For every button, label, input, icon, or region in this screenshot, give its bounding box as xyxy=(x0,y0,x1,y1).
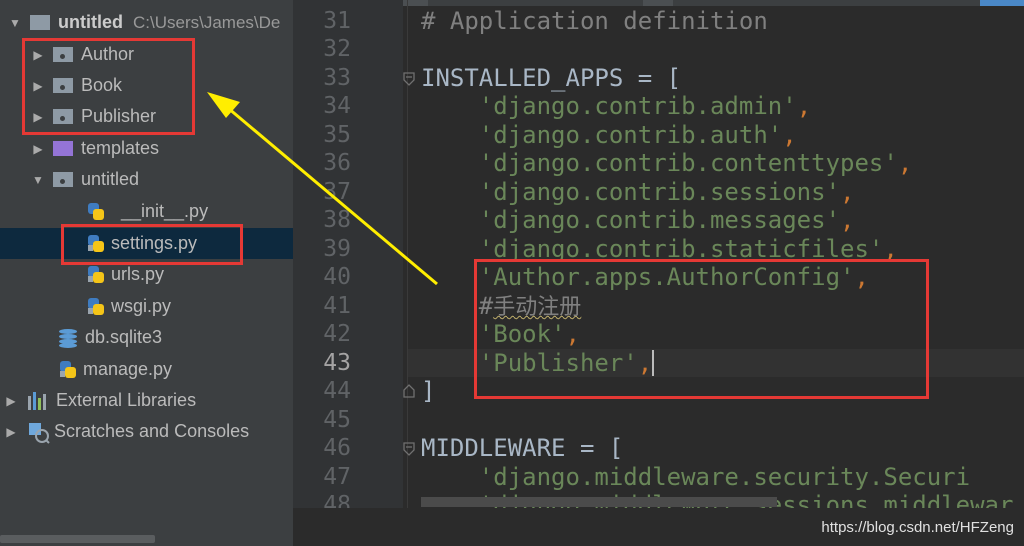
code-line-36: 'django.contrib.contenttypes', xyxy=(421,149,912,177)
line-number-current: 43 xyxy=(323,350,351,376)
tree-item-label: External Libraries xyxy=(56,390,197,410)
string-literal: 'django.contrib.contenttypes' xyxy=(478,149,898,177)
tree-item-wsgi-py[interactable]: wsgi.py xyxy=(0,291,293,322)
tree-item-label: db.sqlite3 xyxy=(85,327,163,347)
tree-item-label: manage.py xyxy=(83,359,173,379)
line-number: 42 xyxy=(323,321,351,347)
line-number: 45 xyxy=(323,407,351,433)
editor-tab-active[interactable] xyxy=(980,0,1024,6)
comma: , xyxy=(840,178,855,206)
code-line-33: INSTALLED_APPS = [ xyxy=(421,64,681,92)
comma: , xyxy=(782,121,797,149)
tree-horizontal-scrollbar[interactable] xyxy=(0,535,155,543)
string-literal: 'django.contrib.auth' xyxy=(478,121,783,149)
code-operator: = [ xyxy=(623,64,682,92)
tree-item-label: __init__.py xyxy=(121,201,209,221)
tree-root-untitled[interactable]: ▼ untitled C:\Users\James\De xyxy=(0,7,293,38)
libraries-icon xyxy=(28,391,48,410)
editor-tab[interactable] xyxy=(643,0,673,6)
line-number: 35 xyxy=(323,122,351,148)
watermark-text: https://blog.csdn.net/HFZeng xyxy=(821,519,1014,536)
line-number: 47 xyxy=(323,464,351,490)
editor-horizontal-scrollbar[interactable] xyxy=(421,497,777,507)
code-line-46: MIDDLEWARE = [ xyxy=(421,434,623,462)
database-icon xyxy=(59,328,77,348)
line-number: 37 xyxy=(323,179,351,205)
chevron-down-icon[interactable]: ▼ xyxy=(31,173,45,187)
line-number: 31 xyxy=(323,8,351,34)
comma: , xyxy=(796,92,812,120)
chevron-right-icon[interactable]: ▶ xyxy=(4,425,18,439)
tree-item-label: untitled xyxy=(81,169,140,189)
chevron-right-icon[interactable]: ▶ xyxy=(4,394,18,408)
python-file-icon xyxy=(87,265,105,285)
fold-collapse-icon[interactable] xyxy=(403,72,415,86)
tree-item-label: Scratches and Consoles xyxy=(54,421,250,441)
line-number: 38 xyxy=(323,207,351,233)
code-line-35: 'django.contrib.auth', xyxy=(421,121,797,149)
tree-item-untitled-package[interactable]: ▼ untitled xyxy=(0,164,293,195)
code-line-44: ] xyxy=(421,377,436,405)
code-line-34: 'django.contrib.admin', xyxy=(421,92,811,120)
tree-item-label: wsgi.py xyxy=(111,296,172,316)
package-folder-icon xyxy=(53,172,73,187)
chevron-right-icon[interactable]: ▶ xyxy=(31,142,45,156)
line-number: 41 xyxy=(323,293,351,319)
templates-folder-icon xyxy=(53,141,73,156)
middleware-identifier: MIDDLEWARE xyxy=(421,434,566,462)
python-file-icon xyxy=(59,360,77,380)
string-literal: 'django.middleware.security.Securi xyxy=(478,463,971,491)
line-number: 34 xyxy=(323,93,351,119)
fold-end-icon[interactable] xyxy=(403,384,415,398)
project-name: untitled xyxy=(58,12,123,32)
tree-item-init-py[interactable]: __init__.py xyxy=(0,196,293,227)
code-line-37: 'django.contrib.sessions', xyxy=(421,178,855,206)
line-number: 39 xyxy=(323,236,351,262)
annotation-box-settings xyxy=(61,224,243,265)
chevron-down-icon[interactable]: ▼ xyxy=(8,16,22,30)
code-line-31: # Application definition xyxy=(421,7,768,35)
tree-item-db-sqlite3[interactable]: db.sqlite3 xyxy=(0,322,293,353)
tree-item-scratches[interactable]: ▶ Scratches and Consoles xyxy=(0,416,293,447)
string-literal: 'django.contrib.admin' xyxy=(478,92,797,120)
fold-collapse-icon[interactable] xyxy=(403,442,415,456)
tree-item-templates[interactable]: ▶ templates xyxy=(0,133,293,164)
line-number: 44 xyxy=(323,378,351,404)
tree-item-external-libraries[interactable]: ▶ External Libraries xyxy=(0,385,293,416)
line-number: 33 xyxy=(323,65,351,91)
folder-icon xyxy=(30,15,50,30)
project-path: C:\Users\James\De xyxy=(133,12,281,32)
code-operator: = [ xyxy=(565,434,624,462)
installed-apps-identifier: INSTALLED_APPS xyxy=(421,64,624,92)
comma: , xyxy=(840,206,855,234)
tree-item-manage-py[interactable]: manage.py xyxy=(0,354,293,385)
annotation-box-folders xyxy=(22,38,195,135)
code-line-38: 'django.contrib.messages', xyxy=(421,206,855,234)
python-file-icon xyxy=(87,202,105,222)
line-number: 32 xyxy=(323,36,351,62)
tree-item-label: templates xyxy=(81,138,160,158)
python-file-icon xyxy=(87,297,105,317)
line-number: 46 xyxy=(323,435,351,461)
string-literal: 'django.contrib.messages' xyxy=(478,206,841,234)
tree-item-label: urls.py xyxy=(111,264,165,284)
string-literal: 'django.contrib.sessions' xyxy=(478,178,841,206)
line-number: 40 xyxy=(323,264,351,290)
comma: , xyxy=(897,149,913,177)
code-line-47: 'django.middleware.security.Securi xyxy=(421,463,970,491)
annotation-box-code xyxy=(474,259,929,399)
scratches-icon xyxy=(28,422,50,444)
line-number: 36 xyxy=(323,150,351,176)
